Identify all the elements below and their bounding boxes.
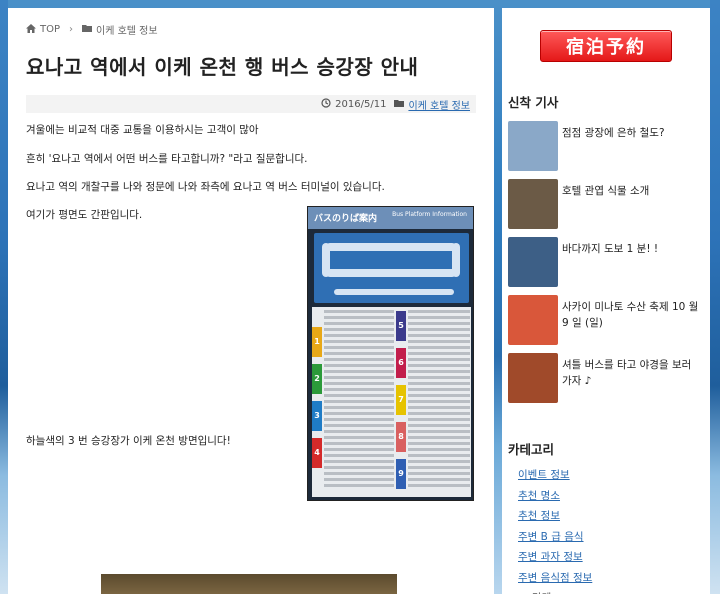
breadcrumb-category-link[interactable]: 이케 호텔 정보 xyxy=(96,22,158,37)
reservation-button[interactable]: 宿泊予約 xyxy=(540,30,672,62)
post-date: 2016/5/11 xyxy=(335,98,387,110)
platform-number: 4 xyxy=(312,438,322,468)
platform-number: 7 xyxy=(396,385,406,415)
post-meta: 2016/5/11 이케 호텔 정보 xyxy=(26,95,476,113)
board-title-jp: バスのりば案内 xyxy=(314,214,378,224)
folder-icon xyxy=(394,99,405,110)
paragraph: 여기가 평면도 간판입니다. xyxy=(26,209,143,221)
platform-number: 6 xyxy=(396,348,406,378)
category-list: 이벤트 정보 추천 명소 추천 정보 주변 B 급 음식 주변 과자 정보 주변 음식점 … xyxy=(518,468,592,594)
category-link[interactable]: 주변 B 급 음식 xyxy=(518,530,592,551)
recent-post-title[interactable]: 셔틀 버스를 타고 야경을 보러 가자 ♪ xyxy=(562,357,704,389)
post-category-link[interactable]: 이케 호텔 정보 xyxy=(408,97,470,112)
bus-stop-photo xyxy=(101,574,397,594)
platform-number: 8 xyxy=(396,422,406,452)
paragraph: 요나고 역의 개찰구를 나와 정문에 나와 좌측에 요나고 역 버스 터미널이 … xyxy=(26,181,385,193)
platform-number: 1 xyxy=(312,327,322,357)
recent-post-item[interactable]: 셔틀 버스를 타고 야경을 보러 가자 ♪ xyxy=(508,353,704,403)
recent-post-item[interactable]: 호텔 관엽 식물 소개 xyxy=(508,179,704,229)
recent-post-item[interactable]: 사카이 미나토 수산 축제 10 월 9 일 (일) xyxy=(508,295,704,345)
board-header: バスのりば案内 Bus Platform Information xyxy=(308,207,473,229)
platform-number: 3 xyxy=(312,401,322,431)
background-left xyxy=(0,0,8,594)
recent-post-item[interactable]: 점점 광장에 은하 철도? xyxy=(508,121,704,171)
platform-number: 9 xyxy=(396,459,406,489)
platform-number: 2 xyxy=(312,364,322,394)
home-icon xyxy=(26,23,36,36)
paragraph: 하늘색의 3 번 승강장가 이케 온천 방면입니다! xyxy=(26,435,231,447)
breadcrumb-separator: › xyxy=(69,24,74,35)
bus-platform-board-image: バスのりば案内 Bus Platform Information 1 2 3 4 5 6… xyxy=(307,206,474,501)
category-link[interactable]: 추천 명소 xyxy=(518,489,592,510)
folder-icon xyxy=(82,24,93,35)
post-thumbnail[interactable] xyxy=(508,353,558,403)
board-title-en: Bus Platform Information xyxy=(392,211,467,218)
recent-post-title[interactable]: 사카이 미나토 수산 축제 10 월 9 일 (일) xyxy=(562,299,704,331)
paragraph: 겨울에는 비교적 대중 교통을 이용하시는 고객이 많아 xyxy=(26,124,259,136)
recent-post-item[interactable]: 바다까지 도보 1 분! ! xyxy=(508,237,704,287)
recent-post-title[interactable]: 호텔 관엽 식물 소개 xyxy=(562,183,704,199)
post-thumbnail[interactable] xyxy=(508,237,558,287)
post-thumbnail[interactable] xyxy=(508,179,558,229)
background-right xyxy=(710,0,720,594)
recent-post-title[interactable]: 바다까지 도보 1 분! ! xyxy=(562,241,704,257)
recent-posts-heading: 신착 기사 xyxy=(508,95,559,110)
article-panel: TOP › 이케 호텔 정보 요나고 역에서 이케 온천 행 버스 승강장 안내… xyxy=(8,8,494,594)
post-thumbnail[interactable] xyxy=(508,295,558,345)
categories-heading: 카테고리 xyxy=(508,442,555,457)
post-thumbnail[interactable] xyxy=(508,121,558,171)
breadcrumb: TOP › 이케 호텔 정보 xyxy=(26,22,476,37)
clock-icon xyxy=(321,97,331,111)
category-link[interactable]: 주변 음식점 정보 xyxy=(518,571,592,592)
page-title: 요나고 역에서 이케 온천 행 버스 승강장 안내 xyxy=(26,55,419,79)
sidebar: 宿泊予約 신착 기사 점점 광장에 은하 철도? 호텔 관엽 식물 소개바다까지 … xyxy=(502,8,710,594)
board-route-list: 1 2 3 4 5 6 7 8 9 xyxy=(312,307,471,497)
platform-number: 5 xyxy=(396,311,406,341)
category-link[interactable]: 주변 과자 정보 xyxy=(518,550,592,571)
breadcrumb-home-link[interactable]: TOP xyxy=(40,24,60,35)
category-link[interactable]: 이벤트 정보 xyxy=(518,468,592,489)
paragraph: 흔히 '요나고 역에서 어떤 버스를 타고합니까? "라고 질문합니다. xyxy=(26,153,308,165)
category-link[interactable]: 추천 정보 xyxy=(518,509,592,530)
board-map xyxy=(314,233,469,303)
recent-post-title[interactable]: 점점 광장에 은하 철도? xyxy=(562,125,704,141)
